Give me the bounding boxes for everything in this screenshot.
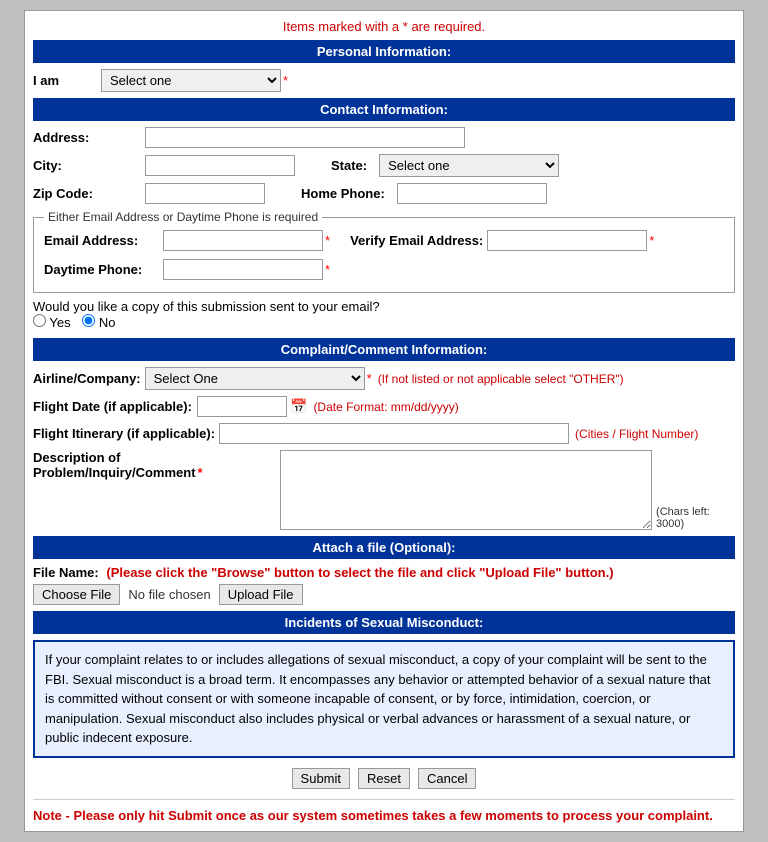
email-required-star: * <box>325 233 330 248</box>
flight-date-input[interactable] <box>197 396 287 417</box>
airline-label: Airline/Company: <box>33 371 141 386</box>
airline-row: Airline/Company: Select One OTHER Americ… <box>33 367 735 390</box>
no-text: No <box>99 315 116 330</box>
daytime-phone-input[interactable] <box>163 259 323 280</box>
email-input[interactable] <box>163 230 323 251</box>
zip-label: Zip Code: <box>33 186 133 201</box>
incidents-text: If your complaint relates to or includes… <box>45 652 711 745</box>
copy-question: Would you like a copy of this submission… <box>33 299 380 314</box>
email-fieldset: Either Email Address or Daytime Phone is… <box>33 210 735 293</box>
contact-section-header: Contact Information: <box>33 98 735 121</box>
calendar-icon: 📅 <box>290 398 307 415</box>
note-text: Note - Please only hit Submit once as ou… <box>33 799 735 823</box>
address-row: Address: <box>33 127 735 148</box>
daytime-phone-row: Daytime Phone: * <box>44 259 724 280</box>
incidents-box: If your complaint relates to or includes… <box>33 640 735 758</box>
state-select[interactable]: Select one ALAKAZAR CACOCTDE FLGAHIID IL… <box>379 154 559 177</box>
form-container: Items marked with a * are required. Pers… <box>24 10 744 832</box>
file-notice: (Please click the "Browse" button to sel… <box>106 565 613 580</box>
verify-email-input[interactable] <box>487 230 647 251</box>
address-input[interactable] <box>145 127 465 148</box>
verify-email-row: Verify Email Address: * <box>350 230 654 251</box>
i-am-required: * <box>283 73 288 88</box>
home-phone-label: Home Phone: <box>301 186 385 201</box>
incidents-section: Incidents of Sexual Misconduct: If your … <box>33 611 735 758</box>
itinerary-input[interactable] <box>219 423 569 444</box>
yes-radio[interactable] <box>33 314 46 327</box>
itinerary-label: Flight Itinerary (if applicable): <box>33 426 215 441</box>
submit-button[interactable]: Submit <box>292 768 350 789</box>
flight-date-label: Flight Date (if applicable): <box>33 399 193 414</box>
itinerary-row: Flight Itinerary (if applicable): (Citie… <box>33 423 735 444</box>
description-required-star: * <box>198 465 203 480</box>
daytime-phone-required-star: * <box>325 262 330 277</box>
personal-section-header: Personal Information: <box>33 40 735 63</box>
zip-input[interactable] <box>145 183 265 204</box>
city-state-row: City: State: Select one ALAKAZAR CACOCTD… <box>33 154 735 177</box>
verify-email-required-star: * <box>649 233 654 248</box>
flight-date-row: Flight Date (if applicable): 📅 (Date For… <box>33 396 735 417</box>
description-label: Description of Problem/Inquiry/Comment* <box>33 450 276 480</box>
email-label: Email Address: <box>44 233 159 248</box>
file-label-row: File Name: (Please click the "Browse" bu… <box>33 565 735 580</box>
description-row: Description of Problem/Inquiry/Comment* … <box>33 450 735 530</box>
verify-email-label: Verify Email Address: <box>350 233 483 248</box>
cities-hint: (Cities / Flight Number) <box>575 427 698 441</box>
file-row: Choose File No file chosen Upload File <box>33 584 735 605</box>
airline-note: (If not listed or not applicable select … <box>378 372 624 386</box>
yes-text: Yes <box>49 315 70 330</box>
required-notice: Items marked with a * are required. <box>33 19 735 34</box>
chars-left: (Chars left: 3000) <box>656 506 735 530</box>
copy-row: Would you like a copy of this submission… <box>33 299 735 330</box>
i-am-select[interactable]: Select one A passenger A crew member An … <box>101 69 281 92</box>
email-verify-row: Email Address: * Verify Email Address: * <box>44 230 724 255</box>
date-hint: (Date Format: mm/dd/yyyy) <box>313 400 458 414</box>
upload-file-button[interactable]: Upload File <box>219 584 303 605</box>
email-address-row: Email Address: * <box>44 230 330 251</box>
description-textarea[interactable] <box>280 450 652 530</box>
no-file-text: No file chosen <box>128 587 210 602</box>
i-am-label: I am <box>33 73 93 88</box>
no-radio[interactable] <box>82 314 95 327</box>
cancel-button[interactable]: Cancel <box>418 768 476 789</box>
yes-label[interactable]: Yes <box>33 315 74 330</box>
incidents-title: Incidents of Sexual Misconduct: <box>33 611 735 634</box>
address-label: Address: <box>33 130 133 145</box>
daytime-phone-label: Daytime Phone: <box>44 262 159 277</box>
file-label: File Name: <box>33 565 99 580</box>
i-am-row: I am Select one A passenger A crew membe… <box>33 69 735 92</box>
home-phone-input[interactable] <box>397 183 547 204</box>
airline-required-star: * <box>367 371 372 386</box>
attach-section-header: Attach a file (Optional): <box>33 536 735 559</box>
complaint-section-header: Complaint/Comment Information: <box>33 338 735 361</box>
city-label: City: <box>33 158 133 173</box>
zip-phone-row: Zip Code: Home Phone: <box>33 183 735 204</box>
airline-select[interactable]: Select One OTHER American Airlines Delta… <box>145 367 365 390</box>
button-row: Submit Reset Cancel <box>33 768 735 789</box>
reset-button[interactable]: Reset <box>358 768 410 789</box>
no-label[interactable]: No <box>82 315 115 330</box>
choose-file-button[interactable]: Choose File <box>33 584 120 605</box>
state-label: State: <box>331 158 367 173</box>
email-fieldset-legend: Either Email Address or Daytime Phone is… <box>44 210 322 224</box>
city-input[interactable] <box>145 155 295 176</box>
